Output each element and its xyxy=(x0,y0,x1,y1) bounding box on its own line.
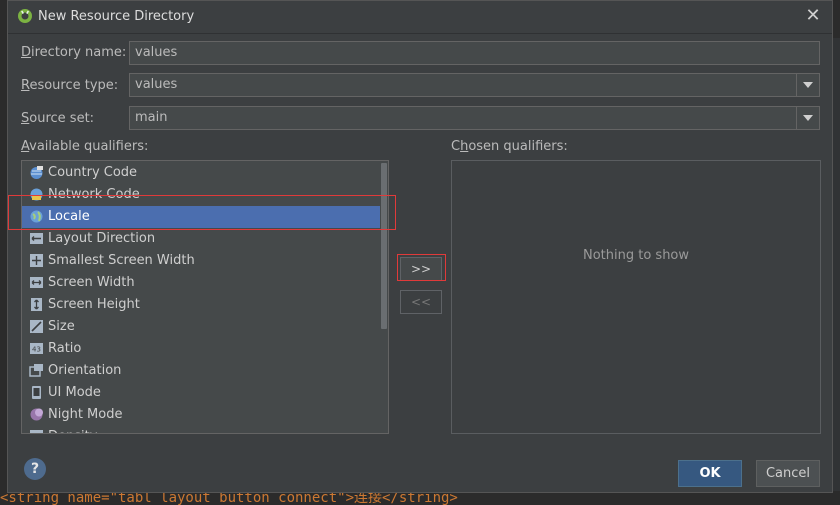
qualifier-item-orientation[interactable]: Orientation xyxy=(22,360,380,382)
add-button-highlight-box xyxy=(397,254,446,281)
qualifier-item-ui-mode[interactable]: UI Mode xyxy=(22,382,380,404)
qualifier-item-label: Density xyxy=(48,429,97,433)
title-bar: New Resource Directory ✕ xyxy=(8,1,832,34)
qualifier-item-label: Layout Direction xyxy=(48,231,156,246)
help-icon: ? xyxy=(30,461,40,477)
night-mode-icon xyxy=(29,407,44,422)
screen-height-icon xyxy=(29,297,44,312)
qualifier-item-density[interactable]: Density xyxy=(22,426,380,433)
smallest-width-icon xyxy=(29,253,44,268)
close-icon: ✕ xyxy=(805,5,821,26)
new-resource-directory-dialog: New Resource Directory ✕ Directory name:… xyxy=(7,0,833,493)
qualifier-item-label: Size xyxy=(48,319,75,334)
qualifier-item-label: Orientation xyxy=(48,363,122,378)
chevron-down-icon xyxy=(803,115,813,121)
directory-name-label: Directory name: xyxy=(21,45,127,60)
source-set-label: Source set: xyxy=(21,111,95,126)
qualifier-item-smallest-screen-width[interactable]: Smallest Screen Width xyxy=(22,250,380,272)
resource-type-dropdown-arrow[interactable] xyxy=(796,74,819,96)
directory-name-value: values xyxy=(135,45,178,60)
chosen-empty-text: Nothing to show xyxy=(582,248,690,263)
dialog-title: New Resource Directory xyxy=(38,9,195,24)
source-set-select[interactable]: main xyxy=(129,106,820,130)
scrollbar-thumb[interactable] xyxy=(381,163,387,329)
screen-width-icon xyxy=(29,275,44,290)
qualifier-item-night-mode[interactable]: Night Mode xyxy=(22,404,380,426)
globe-flag-icon xyxy=(29,165,44,180)
ratio-icon: 43 xyxy=(29,341,44,356)
ok-button[interactable]: OK xyxy=(678,460,742,487)
size-icon xyxy=(29,319,44,334)
editor-background-code: <string name="tabl_layout_button_connect… xyxy=(0,491,840,505)
qualifier-item-label: Night Mode xyxy=(48,407,123,422)
android-studio-icon xyxy=(18,9,32,23)
close-button[interactable]: ✕ xyxy=(802,5,824,27)
qualifier-item-label: Screen Height xyxy=(48,297,140,312)
qualifier-item-label: Ratio xyxy=(48,341,82,356)
qualifier-item-label: UI Mode xyxy=(48,385,101,400)
qualifier-item-layout-direction[interactable]: Layout Direction xyxy=(22,228,380,250)
resource-type-label: Resource type: xyxy=(21,78,119,93)
chosen-qualifiers-label: Chosen qualifiers: xyxy=(451,139,568,154)
chosen-qualifiers-list[interactable]: Nothing to show xyxy=(451,160,821,434)
chevron-down-icon xyxy=(803,82,813,88)
qualifier-item-size[interactable]: Size xyxy=(22,316,380,338)
resource-type-value: values xyxy=(135,77,178,92)
directory-name-input[interactable]: values xyxy=(129,41,820,65)
qualifier-item-label: Smallest Screen Width xyxy=(48,253,195,268)
qualifier-item-screen-height[interactable]: Screen Height xyxy=(22,294,380,316)
density-icon xyxy=(29,429,44,433)
source-set-dropdown-arrow[interactable] xyxy=(796,107,819,129)
qualifier-item-label: Country Code xyxy=(48,165,138,180)
available-qualifiers-label: Available qualifiers: xyxy=(21,139,149,154)
cancel-button[interactable]: Cancel xyxy=(756,460,820,487)
qualifier-item-country-code[interactable]: Country Code xyxy=(22,162,380,184)
editor-right-strip xyxy=(833,38,840,498)
source-set-value: main xyxy=(135,110,168,125)
layout-direction-icon xyxy=(29,231,44,246)
qualifier-item-screen-width[interactable]: Screen Width xyxy=(22,272,380,294)
qualifier-item-ratio[interactable]: 43 Ratio xyxy=(22,338,380,360)
help-button[interactable]: ? xyxy=(24,458,46,480)
svg-text:43: 43 xyxy=(32,346,41,354)
remove-qualifier-button[interactable]: << xyxy=(400,290,442,314)
qualifier-item-label: Screen Width xyxy=(48,275,135,290)
ui-mode-icon xyxy=(29,385,44,400)
locale-highlight-box xyxy=(8,195,396,230)
orientation-icon xyxy=(29,363,44,378)
resource-type-select[interactable]: values xyxy=(129,73,820,97)
